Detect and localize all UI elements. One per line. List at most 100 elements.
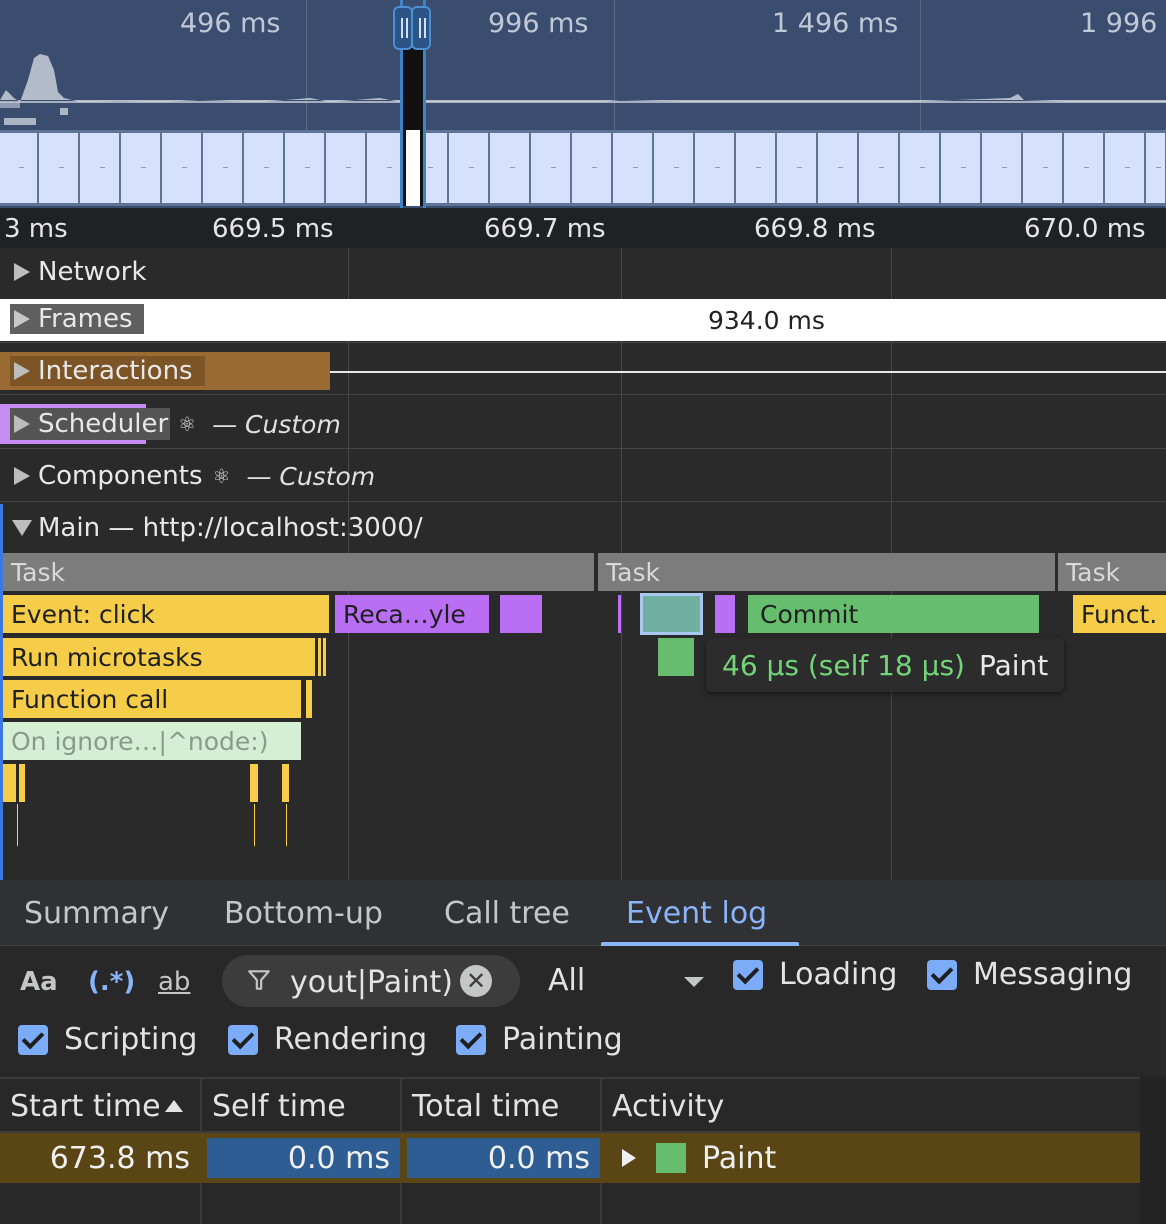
flame-paint[interactable] [658, 638, 694, 676]
overview-frame-cell [203, 133, 243, 203]
overview-frame-cell [736, 133, 776, 203]
track-scheduler-header[interactable]: Scheduler ⚛ — Custom [0, 407, 341, 441]
overview-frame-cell [695, 133, 735, 203]
flame-recalc-style[interactable]: Reca…yle [335, 595, 489, 633]
frames-track[interactable] [0, 299, 1166, 341]
track-separator [0, 501, 1166, 502]
track-interactions-label: Interactions [38, 356, 193, 386]
column-divider [600, 1183, 602, 1224]
messaging-checkbox-label: Messaging [973, 957, 1133, 992]
filter-icon [248, 970, 270, 990]
checkbox-checked-icon [456, 1024, 486, 1055]
flame-tick [286, 804, 287, 846]
flame-rendering-event[interactable] [500, 595, 542, 633]
overview-frame-cell [0, 133, 38, 203]
track-scheduler-label: Scheduler [38, 409, 169, 439]
flame-rendering-event[interactable] [618, 595, 621, 633]
ruler-label: 670.0 ms [1024, 214, 1146, 244]
chevron-down-icon[interactable] [684, 977, 704, 987]
flame-scripting-slice[interactable] [250, 764, 258, 802]
flame-ignore-listed[interactable]: On ignore…|^node:) [3, 722, 301, 760]
flame-scripting-slice[interactable] [19, 764, 25, 802]
flame-scripting-slice[interactable] [323, 638, 326, 676]
sort-ascending-icon [164, 1100, 183, 1112]
tab-call-tree[interactable]: Call tree [444, 896, 570, 931]
expand-triangle-icon [14, 467, 30, 485]
performance-overview[interactable]: 496 ms 996 ms 1 496 ms 1 996 [0, 0, 1166, 208]
tab-bottom-up[interactable]: Bottom-up [224, 896, 383, 931]
timeline-ruler[interactable]: 3 ms 669.5 ms 669.7 ms 669.8 ms 670.0 ms [0, 208, 1166, 248]
filter-input[interactable]: yout|Paint) ✕ [222, 955, 520, 1007]
flame-scripting-slice[interactable] [3, 764, 16, 802]
flame-function-call[interactable]: Funct. [1073, 595, 1166, 633]
row-self-time: 0.0 ms [287, 1140, 390, 1176]
track-components-header[interactable]: Components ⚛ — Custom [0, 459, 375, 493]
column-activity[interactable]: Activity [602, 1079, 1140, 1133]
table-row[interactable]: 673.8 ms 0.0 ms 0.0 ms Paint [0, 1133, 1140, 1183]
flame-commit[interactable]: Commit [748, 595, 1039, 633]
row-total-time: 0.0 ms [487, 1140, 590, 1176]
track-interactions-header[interactable]: Interactions [0, 354, 193, 388]
overview-frame-cell [941, 133, 981, 203]
expand-triangle-icon[interactable] [622, 1149, 636, 1167]
table-scrollbar[interactable] [1140, 1077, 1166, 1224]
flame-tick [254, 804, 255, 846]
scripting-checkbox[interactable]: Scripting [18, 1022, 197, 1057]
overview-frame-cell [80, 133, 120, 203]
overview-time-label: 996 ms [488, 8, 589, 39]
regex-button[interactable]: (.*) [88, 967, 135, 997]
flame-scripting-slice[interactable] [318, 638, 321, 676]
overview-time-label: 496 ms [180, 8, 281, 39]
flame-rendering-event[interactable] [715, 595, 735, 633]
track-frames-label: Frames [38, 304, 133, 334]
overview-left-handle[interactable] [393, 6, 413, 50]
painting-checkbox[interactable]: Painting [456, 1022, 623, 1057]
active-tab-indicator [601, 942, 799, 946]
track-separator [0, 342, 1166, 343]
ruler-label: 669.8 ms [754, 214, 876, 244]
flame-task[interactable]: Task [598, 553, 1055, 591]
flame-task[interactable]: Task [3, 553, 594, 591]
match-case-button[interactable]: Aa [20, 967, 58, 997]
flame-function-call[interactable]: Function call [3, 680, 301, 718]
flame-scripting-slice[interactable] [306, 680, 312, 718]
overview-time-label: 1 496 ms [772, 8, 899, 39]
tab-event-log[interactable]: Event log [626, 896, 767, 931]
loading-checkbox[interactable]: Loading [733, 957, 897, 992]
painting-category-swatch [656, 1143, 686, 1173]
messaging-checkbox[interactable]: Messaging [927, 957, 1132, 992]
flame-event-click[interactable]: Event: click [3, 595, 329, 633]
details-panel: Summary Bottom-up Call tree Event log Aa… [0, 880, 1166, 1224]
column-total-time[interactable]: Total time [402, 1079, 602, 1133]
column-divider [200, 1183, 202, 1224]
level-select[interactable]: All [548, 963, 585, 998]
flame-run-microtasks[interactable]: Run microtasks [3, 638, 315, 676]
overview-frame-cell [654, 133, 694, 203]
track-frames-header[interactable]: Frames [0, 302, 133, 336]
column-start-time[interactable]: Start time [0, 1079, 202, 1133]
column-start-time-label: Start time [10, 1088, 161, 1124]
track-network-header[interactable]: Network [0, 255, 147, 289]
overview-frame-cell [777, 133, 817, 203]
flame-scripting-slice[interactable] [282, 764, 289, 802]
flame-tick [17, 804, 18, 846]
expand-triangle-icon [14, 362, 30, 380]
column-self-time[interactable]: Self time [202, 1079, 402, 1133]
flame-selected-event[interactable] [640, 593, 703, 635]
overview-time-label: 1 996 [1080, 8, 1158, 39]
overview-right-handle[interactable] [411, 6, 431, 50]
overview-frame-cell [859, 133, 899, 203]
flame-task[interactable]: Task [1058, 553, 1166, 591]
track-main-header[interactable]: Main — http://localhost:3000/ [0, 511, 423, 545]
details-tabbar: Summary Bottom-up Call tree Event log [0, 880, 1166, 946]
clear-filter-icon[interactable]: ✕ [460, 965, 492, 997]
rendering-checkbox[interactable]: Rendering [228, 1022, 427, 1057]
event-log-table-header: Start time Self time Total time Activity [0, 1077, 1140, 1133]
tab-summary[interactable]: Summary [24, 896, 169, 931]
track-separator [0, 448, 1166, 449]
overview-frame-cell [982, 133, 1022, 203]
row-activity: Paint [622, 1133, 776, 1183]
timeline-tracks[interactable]: Network Frames 934.0 ms Interactions Sch… [0, 248, 1166, 880]
tooltip-event-name: Paint [978, 648, 1049, 682]
whole-word-button[interactable]: ab [158, 967, 190, 997]
